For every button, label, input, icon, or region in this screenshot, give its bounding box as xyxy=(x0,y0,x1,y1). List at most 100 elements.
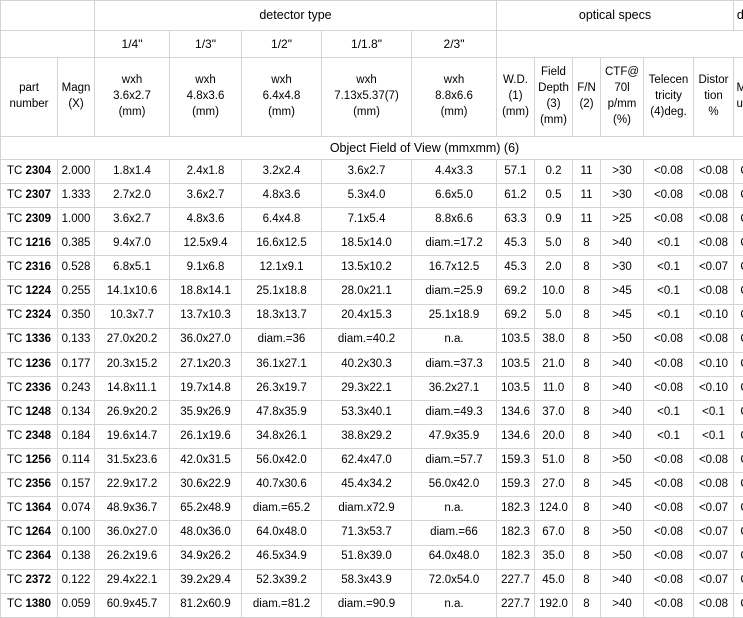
part-number-value: 2307 xyxy=(25,189,51,201)
cell-ctf: >40 xyxy=(601,425,644,449)
cell-fov-1: 10.3x7.7 xyxy=(95,304,170,328)
col-header-part-number: partnumber xyxy=(1,58,58,137)
cell-telecentricity: <0.08 xyxy=(644,569,694,593)
cell-magnification: 0.138 xyxy=(58,545,95,569)
col-header-mount: Mount xyxy=(734,58,743,137)
cell-f-number: 8 xyxy=(573,328,601,352)
cell-telecentricity: <0.08 xyxy=(644,352,694,376)
cell-fov-2: 18.8x14.1 xyxy=(170,280,242,304)
cell-fov-1: 60.9x45.7 xyxy=(95,593,170,617)
cell-fov-5: 16.7x12.5 xyxy=(412,256,497,280)
cell-mount: C xyxy=(734,256,743,280)
col-header-f-number: F/N(2) xyxy=(573,58,601,137)
part-number-value: 2309 xyxy=(25,213,51,225)
cell-part-number: TC 2356 xyxy=(1,473,58,497)
cell-magnification: 0.122 xyxy=(58,569,95,593)
cell-fov-2: 39.2x29.4 xyxy=(170,569,242,593)
part-number-value: 2364 xyxy=(25,550,51,562)
cell-distortion: <0.10 xyxy=(694,304,734,328)
cell-field-depth: 0.5 xyxy=(535,184,573,208)
cell-mount: C xyxy=(734,545,743,569)
cell-ctf: >50 xyxy=(601,545,644,569)
part-number-value: 1380 xyxy=(25,598,51,610)
part-number-value: 2348 xyxy=(25,430,51,442)
cell-fov-1: 31.5x23.6 xyxy=(95,449,170,473)
cell-distortion: <0.08 xyxy=(694,280,734,304)
cell-working-distance: 134.6 xyxy=(497,425,535,449)
cell-fov-2: 3.6x2.7 xyxy=(170,184,242,208)
cell-fov-5: n.a. xyxy=(412,497,497,521)
cell-ctf: >40 xyxy=(601,569,644,593)
table-body: Object Field of View (mmxmm) (6) TC 2304… xyxy=(1,137,743,618)
cell-fov-3: 46.5x34.9 xyxy=(242,545,322,569)
cell-distortion: <0.08 xyxy=(694,473,734,497)
detector-size-1: 1/4" xyxy=(95,31,170,58)
cell-magnification: 0.243 xyxy=(58,376,95,400)
cell-fov-2: 9.1x6.8 xyxy=(170,256,242,280)
cell-fov-2: 19.7x14.8 xyxy=(170,376,242,400)
cell-fov-1: 26.2x19.6 xyxy=(95,545,170,569)
cell-field-depth: 45.0 xyxy=(535,569,573,593)
cell-magnification: 0.350 xyxy=(58,304,95,328)
cell-fov-3: 12.1x9.1 xyxy=(242,256,322,280)
cell-distortion: <0.08 xyxy=(694,160,734,184)
cell-telecentricity: <0.1 xyxy=(644,232,694,256)
cell-fov-2: 26.1x19.6 xyxy=(170,425,242,449)
col-header-ctf: CTF@70lp/mm(%) xyxy=(601,58,644,137)
cell-fov-5: 64.0x48.0 xyxy=(412,545,497,569)
cell-fov-4: 29.3x22.1 xyxy=(322,376,412,400)
cell-fov-1: 48.9x36.7 xyxy=(95,497,170,521)
cell-fov-4: 3.6x2.7 xyxy=(322,160,412,184)
cell-fov-1: 14.8x11.1 xyxy=(95,376,170,400)
cell-distortion: <0.08 xyxy=(694,449,734,473)
cell-ctf: >40 xyxy=(601,593,644,617)
detector-size-3: 1/2" xyxy=(242,31,322,58)
cell-field-depth: 2.0 xyxy=(535,256,573,280)
table-row: TC 12160.3859.4x7.012.5x9.416.6x12.518.5… xyxy=(1,232,743,256)
cell-fov-3: 56.0x42.0 xyxy=(242,449,322,473)
cell-fov-4: 13.5x10.2 xyxy=(322,256,412,280)
cell-fov-5: n.a. xyxy=(412,593,497,617)
table-row: TC 23640.13826.2x19.634.9x26.246.5x34.95… xyxy=(1,545,743,569)
group-header-blank xyxy=(1,1,95,31)
cell-fov-3: diam.=81.2 xyxy=(242,593,322,617)
cell-magnification: 0.134 xyxy=(58,400,95,424)
cell-working-distance: 182.3 xyxy=(497,521,535,545)
cell-magnification: 0.059 xyxy=(58,593,95,617)
cell-part-number: TC 1336 xyxy=(1,328,58,352)
cell-ctf: >50 xyxy=(601,521,644,545)
cell-mount: C xyxy=(734,280,743,304)
cell-fov-5: diam.=25.9 xyxy=(412,280,497,304)
cell-telecentricity: <0.08 xyxy=(644,497,694,521)
cell-f-number: 8 xyxy=(573,232,601,256)
cell-fov-5: 4.4x3.3 xyxy=(412,160,497,184)
cell-fov-2: 13.7x10.3 xyxy=(170,304,242,328)
cell-ctf: >45 xyxy=(601,304,644,328)
cell-magnification: 0.157 xyxy=(58,473,95,497)
cell-part-number: TC 1248 xyxy=(1,400,58,424)
part-number-value: 2372 xyxy=(25,574,51,586)
cell-ctf: >40 xyxy=(601,400,644,424)
cell-f-number: 8 xyxy=(573,593,601,617)
cell-fov-2: 4.8x3.6 xyxy=(170,208,242,232)
part-number-value: 1216 xyxy=(25,237,51,249)
part-number-value: 1236 xyxy=(25,358,51,370)
cell-part-number: TC 2336 xyxy=(1,376,58,400)
cell-fov-5: 47.9x35.9 xyxy=(412,425,497,449)
cell-fov-4: 7.1x5.4 xyxy=(322,208,412,232)
detector-size-4: 1/1.8" xyxy=(322,31,412,58)
specification-table: detector typeoptical specsdimensions 1/4… xyxy=(0,0,743,618)
col-header-magnification: Magn(X) xyxy=(58,58,95,137)
col-header-fov-one-point-eight: wxh7.13x5.37(7)(mm) xyxy=(322,58,412,137)
cell-distortion: <0.10 xyxy=(694,376,734,400)
cell-fov-5: 36.2x27.1 xyxy=(412,376,497,400)
cell-telecentricity: <0.1 xyxy=(644,400,694,424)
cell-fov-2: 36.0x27.0 xyxy=(170,328,242,352)
part-number-value: 1256 xyxy=(25,454,51,466)
cell-working-distance: 159.3 xyxy=(497,449,535,473)
cell-fov-4: 38.8x29.2 xyxy=(322,425,412,449)
cell-ctf: >45 xyxy=(601,473,644,497)
cell-fov-5: diam.=66 xyxy=(412,521,497,545)
cell-fov-4: 40.2x30.3 xyxy=(322,352,412,376)
cell-part-number: TC 1224 xyxy=(1,280,58,304)
